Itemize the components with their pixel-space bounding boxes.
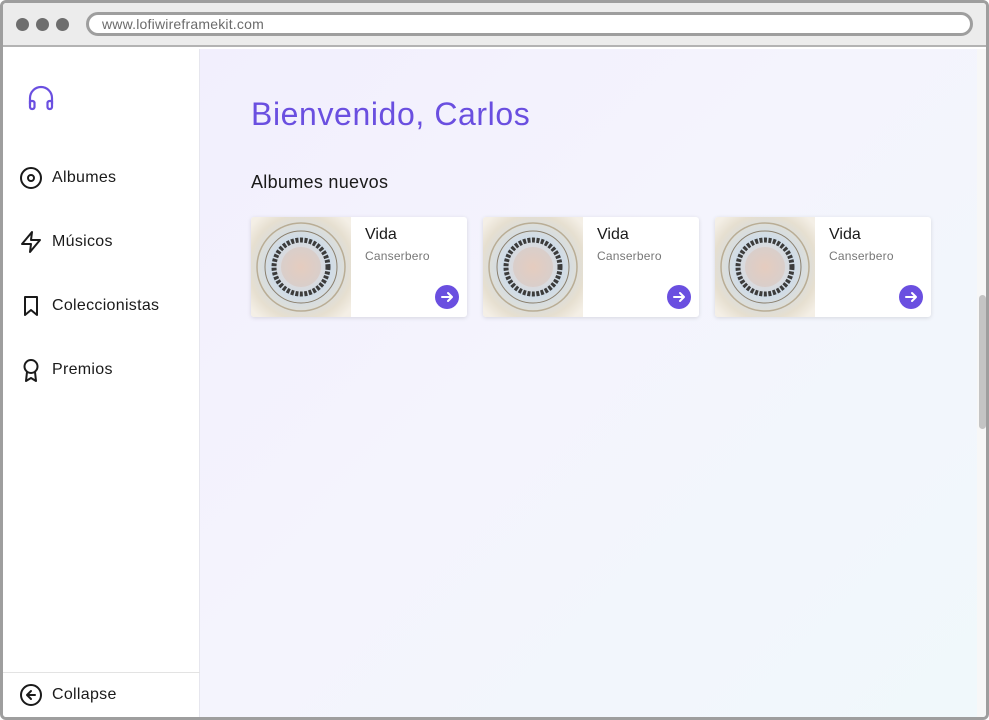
album-cover bbox=[483, 217, 583, 317]
sidebar: Albumes Músicos Coleccionistas Premios C… bbox=[3, 49, 200, 717]
headphones-icon[interactable] bbox=[25, 82, 57, 114]
collapse-button[interactable]: Collapse bbox=[19, 680, 194, 710]
arrow-left-circle-icon bbox=[20, 684, 42, 706]
album-title: Vida bbox=[597, 226, 629, 243]
sidebar-item-label: Premios bbox=[52, 361, 113, 378]
sidebar-item-coleccionistas[interactable]: Coleccionistas bbox=[19, 291, 194, 321]
browser-window: www.lofiwireframekit.com Albumes Músicos bbox=[0, 0, 989, 720]
window-maximize-dot[interactable] bbox=[56, 18, 69, 31]
page-title: Bienvenido, Carlos bbox=[251, 96, 531, 132]
main-content: Bienvenido, Carlos Albumes nuevos Vida C… bbox=[200, 49, 977, 717]
album-title: Vida bbox=[829, 226, 861, 243]
album-artist: Canserbero bbox=[365, 249, 430, 263]
album-cover bbox=[715, 217, 815, 317]
sidebar-item-label: Coleccionistas bbox=[52, 297, 160, 314]
section-title: Albumes nuevos bbox=[251, 172, 389, 192]
sidebar-item-musicos[interactable]: Músicos bbox=[19, 227, 194, 257]
collapse-divider bbox=[3, 672, 200, 673]
address-bar[interactable]: www.lofiwireframekit.com bbox=[86, 12, 973, 36]
arrow-right-circle-icon[interactable] bbox=[435, 285, 459, 309]
sidebar-item-label: Músicos bbox=[52, 233, 113, 250]
album-cover bbox=[251, 217, 351, 317]
album-card[interactable]: Vida Canserbero bbox=[251, 217, 467, 317]
album-artist: Canserbero bbox=[597, 249, 662, 263]
disc-icon bbox=[20, 167, 42, 189]
sidebar-item-premios[interactable]: Premios bbox=[19, 355, 194, 385]
arrow-right-circle-icon[interactable] bbox=[667, 285, 691, 309]
collapse-label: Collapse bbox=[52, 686, 117, 703]
album-title: Vida bbox=[365, 226, 397, 243]
sidebar-item-albumes[interactable]: Albumes bbox=[19, 163, 194, 193]
sidebar-item-label: Albumes bbox=[52, 169, 117, 186]
album-artist: Canserbero bbox=[829, 249, 894, 263]
lightning-icon bbox=[21, 231, 41, 253]
window-minimize-dot[interactable] bbox=[36, 18, 49, 31]
album-card[interactable]: Vida Canserbero bbox=[715, 217, 931, 317]
browser-titlebar: www.lofiwireframekit.com bbox=[3, 3, 986, 47]
arrow-right-circle-icon[interactable] bbox=[899, 285, 923, 309]
bookmark-icon bbox=[24, 296, 38, 316]
window-close-dot[interactable] bbox=[16, 18, 29, 31]
award-icon bbox=[23, 359, 39, 382]
scrollbar-thumb[interactable] bbox=[979, 295, 986, 429]
album-card[interactable]: Vida Canserbero bbox=[483, 217, 699, 317]
